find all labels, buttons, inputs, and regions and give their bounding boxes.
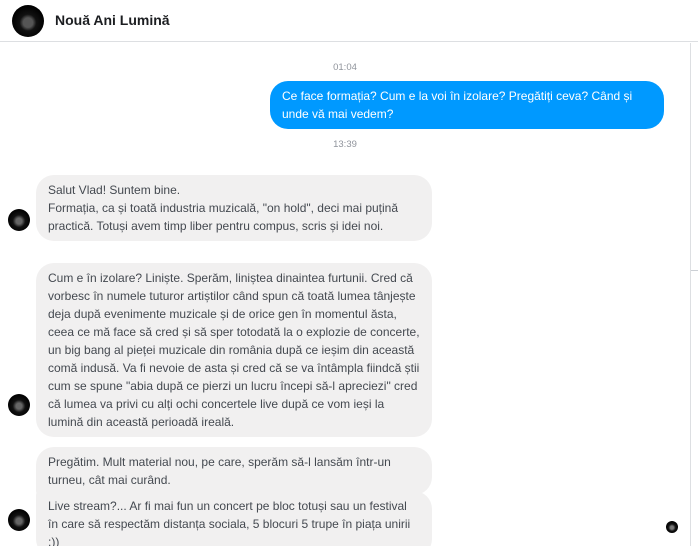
incoming-message[interactable]: Salut Vlad! Suntem bine. Formația, ca și… xyxy=(36,175,432,241)
incoming-message[interactable]: Cum e în izolare? Liniște. Sperăm, liniș… xyxy=(36,263,432,437)
thread-divider xyxy=(690,43,691,546)
band-avatar-icon[interactable] xyxy=(12,5,44,37)
sender-avatar-icon xyxy=(8,394,30,416)
read-receipt-avatar-icon xyxy=(666,521,678,533)
outgoing-message[interactable]: Ce face formația? Cum e la voi în izolar… xyxy=(270,81,664,129)
scrollbar[interactable] xyxy=(691,270,698,271)
incoming-message[interactable]: Pregătim. Mult material nou, pe care, sp… xyxy=(36,447,432,495)
incoming-message[interactable]: Live stream?... Ar fi mai fun un concert… xyxy=(36,491,432,546)
message-thread[interactable]: 01:04 Ce face formația? Cum e la voi în … xyxy=(0,43,690,546)
sender-avatar-icon xyxy=(8,209,30,231)
conversation-title[interactable]: Nouă Ani Lumină xyxy=(55,12,170,28)
conversation-header: Nouă Ani Lumină xyxy=(0,0,698,42)
timestamp: 01:04 xyxy=(333,62,357,73)
sender-avatar-icon xyxy=(8,509,30,531)
timestamp: 13:39 xyxy=(333,139,357,150)
